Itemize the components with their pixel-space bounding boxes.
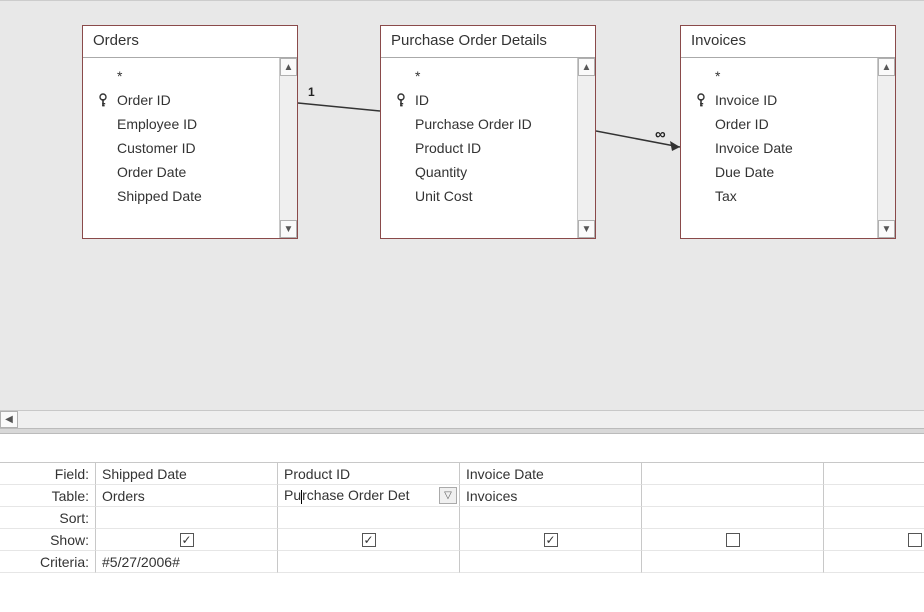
field-row[interactable]: Tax [687,184,877,208]
scroll-up-button[interactable]: ▲ [878,58,895,76]
show-cell[interactable] [824,529,924,551]
table-title: Purchase Order Details [381,26,595,58]
field-list[interactable]: * Order ID Employee ID Customer ID Order… [83,58,279,238]
scroll-left-button[interactable]: ◀ [0,411,18,428]
relationship-cardinality-many: ∞ [655,126,666,143]
query-design-grid[interactable]: Field: Shipped Date Product ID Invoice D… [0,434,924,612]
show-checkbox[interactable]: ✓ [362,533,376,547]
field-row[interactable]: * [387,64,577,88]
criteria-cell[interactable]: #5/27/2006# [96,551,278,573]
sort-cell[interactable] [278,507,460,529]
field-row[interactable]: Invoice Date [687,136,877,160]
grid-row-label-criteria: Criteria: [0,551,96,573]
table-title: Orders [83,26,297,58]
show-cell[interactable]: ✓ [460,529,642,551]
scroll-track[interactable] [578,76,595,220]
scroll-track[interactable] [280,76,297,220]
field-row[interactable]: Unit Cost [387,184,577,208]
field-row[interactable]: * [687,64,877,88]
scroll-down-button[interactable]: ▼ [280,220,297,238]
criteria-cell[interactable] [642,551,824,573]
sort-cell[interactable] [96,507,278,529]
horizontal-scrollbar[interactable]: ◀ [0,410,924,428]
table-cell[interactable]: Orders [96,485,278,507]
field-row[interactable]: Purchase Order ID [387,112,577,136]
show-checkbox[interactable]: ✓ [544,533,558,547]
table-box-orders[interactable]: Orders * Order ID Employee ID Customer I… [82,25,298,239]
field-row[interactable]: Quantity [387,160,577,184]
field-row[interactable]: * [89,64,279,88]
field-cell[interactable]: Shipped Date [96,463,278,485]
table-cell[interactable]: Invoices [460,485,642,507]
scroll-up-button[interactable]: ▲ [280,58,297,76]
vertical-scrollbar[interactable]: ▲ ▼ [279,58,297,238]
show-cell[interactable] [642,529,824,551]
query-diagram-pane[interactable]: Orders * Order ID Employee ID Customer I… [0,0,924,428]
relationship-cardinality-one: 1 [308,85,315,99]
relationship-line[interactable] [596,127,680,155]
field-row[interactable]: Order ID [687,112,877,136]
table-box-purchase-order-details[interactable]: Purchase Order Details * ID Purchase Ord… [380,25,596,239]
table-cell[interactable] [824,485,924,507]
field-cell[interactable] [642,463,824,485]
criteria-cell[interactable] [460,551,642,573]
primary-key-icon [391,93,411,107]
criteria-cell[interactable] [824,551,924,573]
field-row[interactable]: Shipped Date [89,184,279,208]
show-checkbox[interactable] [908,533,922,547]
criteria-cell[interactable] [278,551,460,573]
table-cell[interactable]: Purchase Order Det ▽ [278,485,460,507]
field-list[interactable]: * Invoice ID Order ID Invoice Date Due D… [681,58,877,238]
field-row[interactable]: Due Date [687,160,877,184]
scroll-up-button[interactable]: ▲ [578,58,595,76]
field-row[interactable]: Employee ID [89,112,279,136]
dropdown-button[interactable]: ▽ [439,487,457,504]
field-row[interactable]: Order Date [89,160,279,184]
grid-row-label-sort: Sort: [0,507,96,529]
table-cell[interactable] [642,485,824,507]
relationship-line[interactable] [298,97,380,117]
sort-cell[interactable] [460,507,642,529]
field-row[interactable]: Customer ID [89,136,279,160]
show-checkbox[interactable] [726,533,740,547]
primary-key-icon [93,93,113,107]
scroll-down-button[interactable]: ▼ [878,220,895,238]
table-box-invoices[interactable]: Invoices * Invoice ID Order ID Invoice D… [680,25,896,239]
primary-key-icon [691,93,711,107]
show-cell[interactable]: ✓ [96,529,278,551]
field-row[interactable]: Product ID [387,136,577,160]
scroll-track[interactable] [878,76,895,220]
sort-cell[interactable] [824,507,924,529]
field-list[interactable]: * ID Purchase Order ID Product ID Quanti… [381,58,577,238]
grid-row-label-show: Show: [0,529,96,551]
table-title: Invoices [681,26,895,58]
field-cell[interactable] [824,463,924,485]
grid-row-label-field: Field: [0,463,96,485]
grid-row-label-table: Table: [0,485,96,507]
field-row[interactable]: Order ID [89,88,279,112]
show-checkbox[interactable]: ✓ [180,533,194,547]
sort-cell[interactable] [642,507,824,529]
scroll-down-button[interactable]: ▼ [578,220,595,238]
field-row[interactable]: Invoice ID [687,88,877,112]
field-cell[interactable]: Invoice Date [460,463,642,485]
field-row[interactable]: ID [387,88,577,112]
scroll-track[interactable] [18,411,924,428]
field-cell[interactable]: Product ID [278,463,460,485]
show-cell[interactable]: ✓ [278,529,460,551]
vertical-scrollbar[interactable]: ▲ ▼ [577,58,595,238]
text-cursor [301,490,302,504]
vertical-scrollbar[interactable]: ▲ ▼ [877,58,895,238]
